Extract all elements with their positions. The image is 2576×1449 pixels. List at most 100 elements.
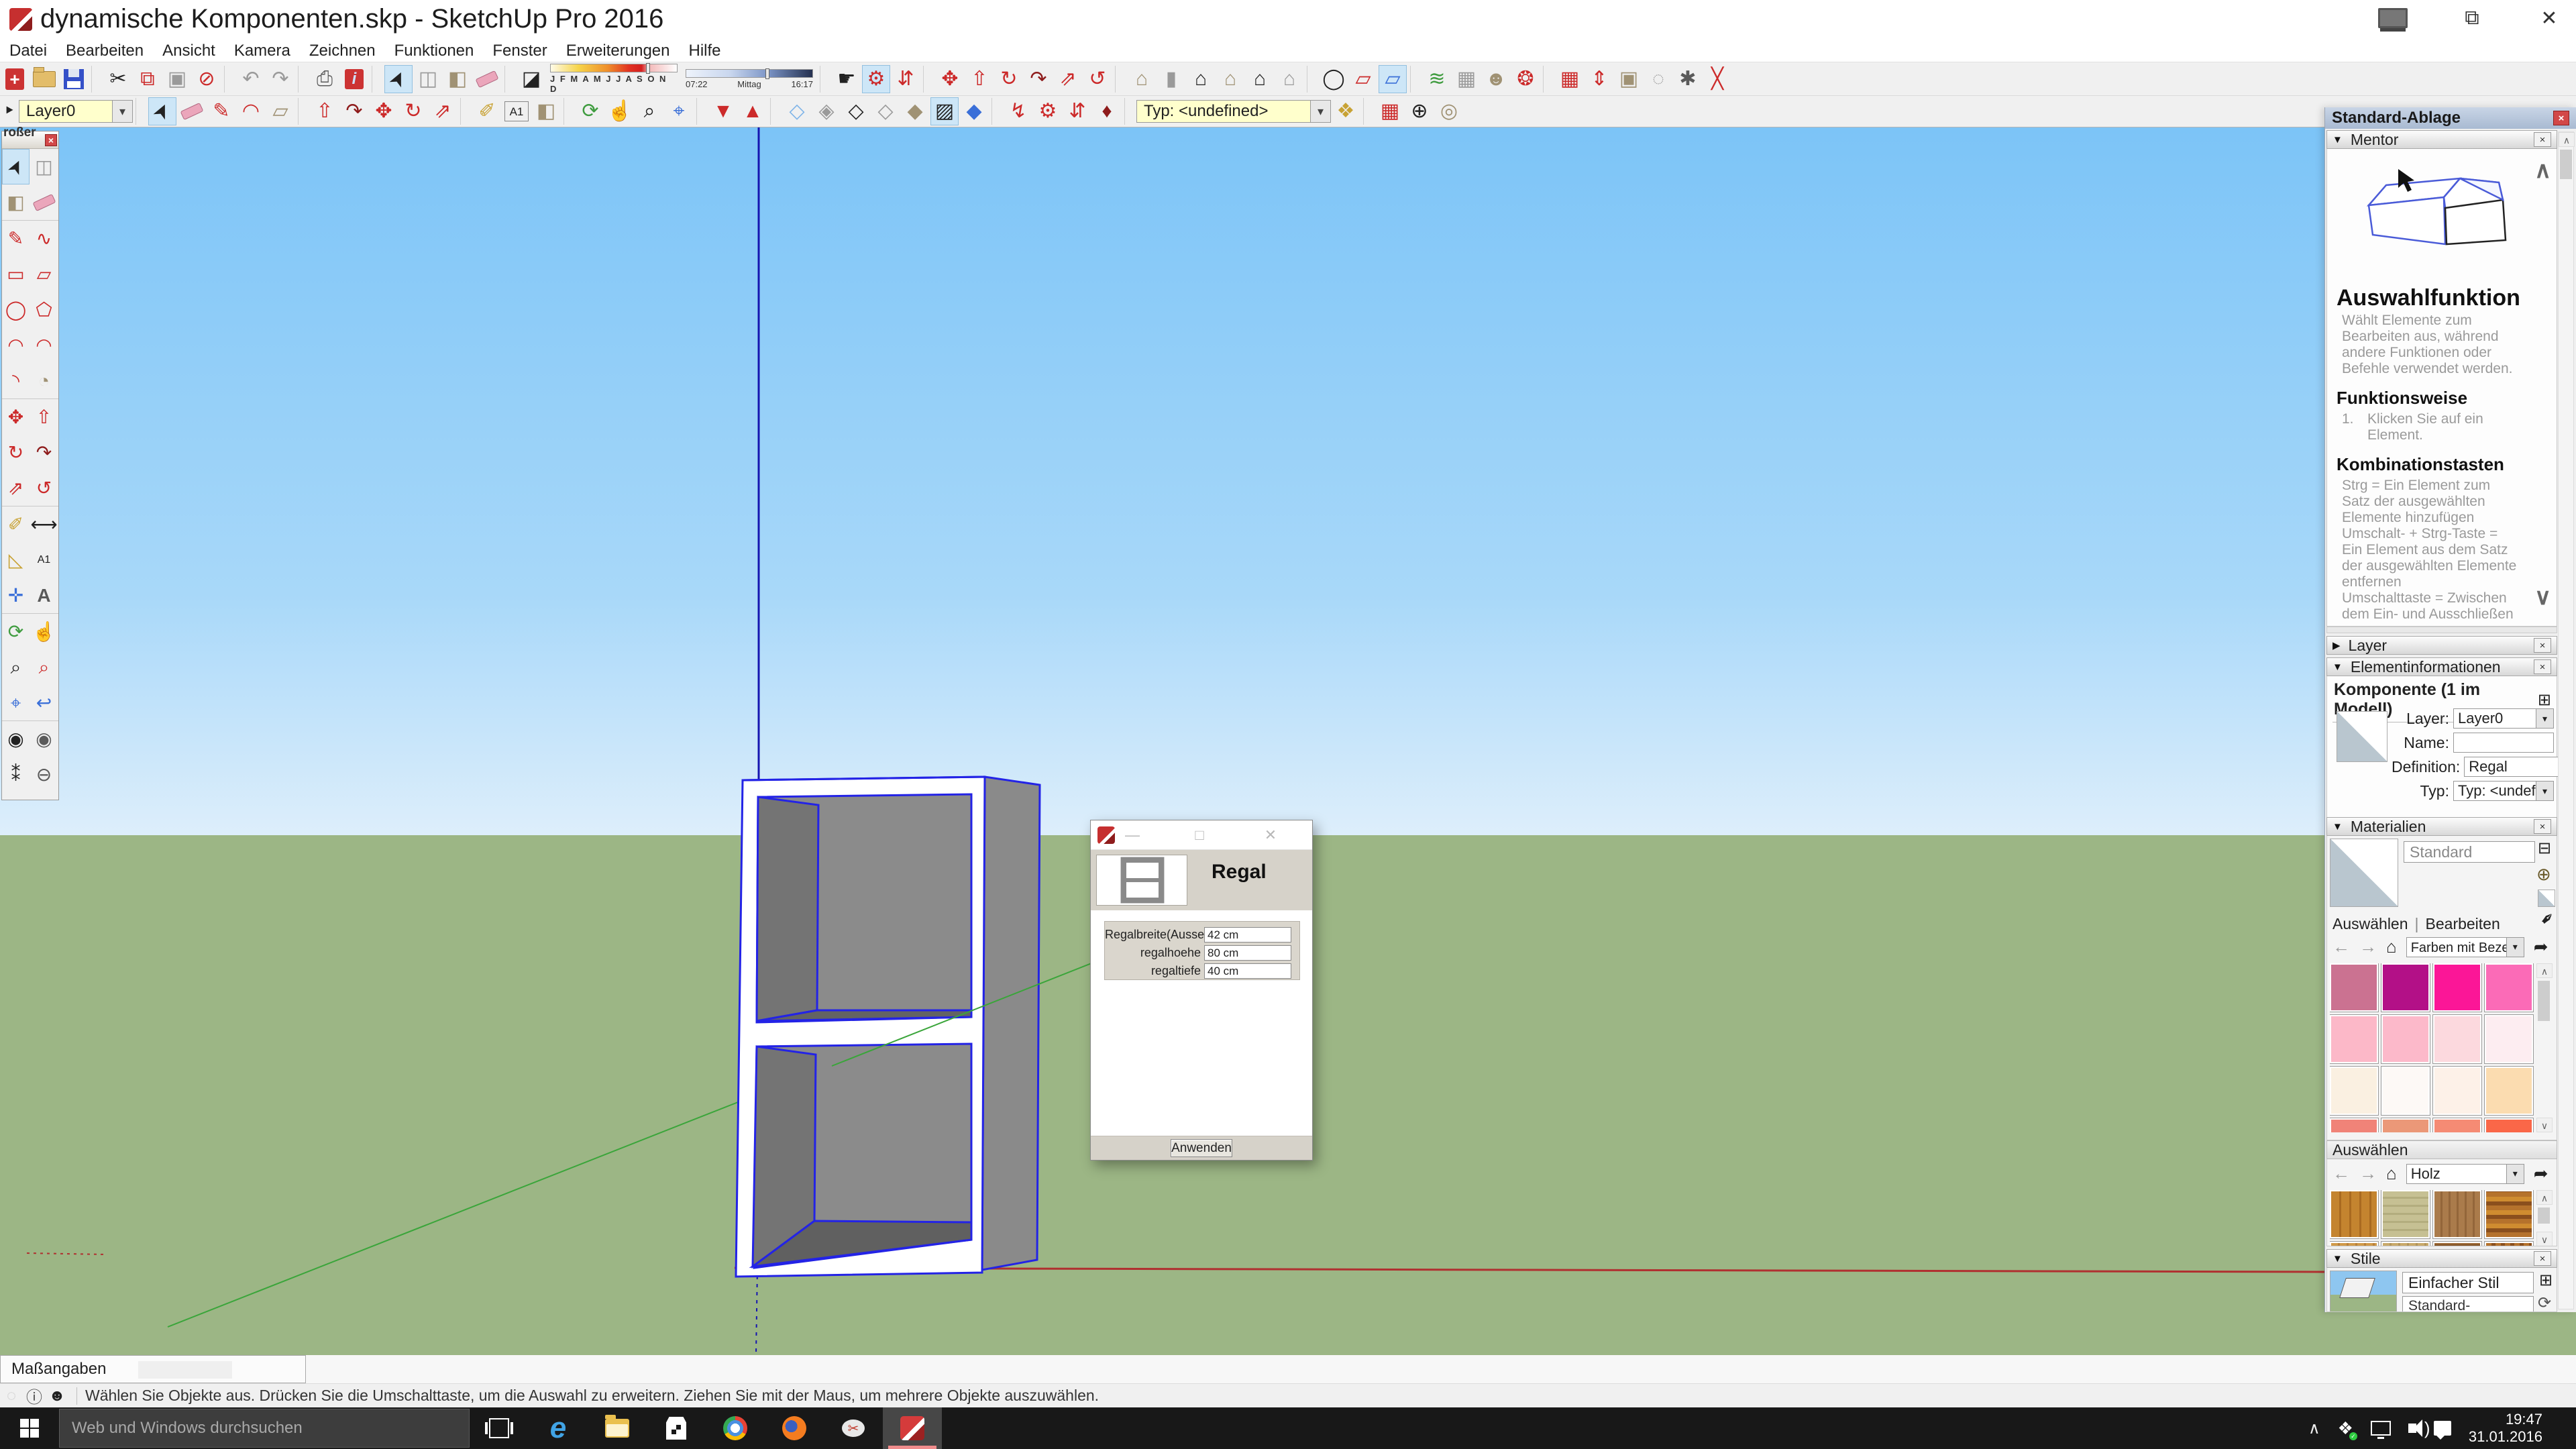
color-swatch[interactable] — [2381, 1118, 2430, 1132]
paste-icon[interactable]: ▣ — [163, 65, 191, 93]
chevron-down-icon[interactable]: ▾ — [1310, 101, 1330, 122]
close-button[interactable]: ✕ — [2526, 7, 2573, 30]
freehand-tool[interactable]: ∿ — [30, 221, 58, 256]
color-swatch[interactable] — [2381, 1067, 2430, 1115]
tray-chevron-icon[interactable]: ∧ — [2308, 1419, 2320, 1438]
geolocation-icon[interactable]: ◌ — [0, 1387, 23, 1405]
scale-icon[interactable]: ⇗ — [1054, 65, 1082, 93]
style-name-box[interactable]: Einfacher Stil — [2402, 1272, 2534, 1293]
terrain-contours-icon[interactable]: ≋ — [1423, 65, 1451, 93]
drape-icon[interactable]: ◌ — [1644, 65, 1672, 93]
zoom-tool[interactable]: ⌕ — [2, 649, 30, 685]
pan-tool[interactable]: ☝ — [30, 614, 58, 649]
color-swatch[interactable] — [2330, 1015, 2378, 1063]
component-attributes-icon[interactable]: ⇵ — [892, 65, 920, 93]
tray-close-icon[interactable]: × — [2553, 111, 2569, 125]
typ-select[interactable]: Typ: <undefi...▾ — [2453, 781, 2554, 801]
color-swatch[interactable] — [2381, 963, 2430, 1012]
wireframe-style-icon[interactable]: ◇ — [842, 97, 870, 125]
restore-button[interactable]: ⧉ — [2449, 7, 2496, 30]
material-name-box[interactable]: Standard — [2404, 841, 2535, 863]
right-view-icon[interactable]: ⌂ — [1275, 65, 1303, 93]
select-icon[interactable]: ➤ — [384, 65, 413, 93]
entity-info-close-icon[interactable]: × — [2534, 659, 2551, 674]
stamp-icon[interactable]: ▣ — [1615, 65, 1643, 93]
details-arrow-icon[interactable]: ➦ — [2534, 1163, 2548, 1184]
shadow-time-slider[interactable]: 07:22 Mittag 16:17 — [686, 69, 813, 89]
undo-icon[interactable]: ↶ — [237, 65, 265, 93]
color-swatch[interactable] — [2381, 1015, 2430, 1063]
dimension-tool[interactable]: ⟷ — [30, 506, 58, 542]
explorer-button[interactable] — [588, 1407, 647, 1449]
collection2-select[interactable]: Holz▾ — [2406, 1164, 2524, 1184]
credits-icon[interactable]: ⓘ — [23, 1384, 46, 1407]
previous-view-tool[interactable]: ↩ — [30, 685, 58, 720]
rectangle-tool-icon[interactable]: ▱ — [266, 97, 294, 125]
rotate-icon[interactable]: ↻ — [995, 65, 1023, 93]
menu-erweiterungen[interactable]: Erweiterungen — [557, 40, 680, 62]
volume-icon[interactable] — [2408, 1424, 2416, 1433]
eraser-tool[interactable] — [30, 184, 58, 220]
network-icon[interactable] — [2371, 1421, 2391, 1436]
start-button[interactable] — [0, 1407, 59, 1449]
forward-icon[interactable]: → — [2359, 1163, 2377, 1184]
regalbreite-input[interactable]: 42 cm — [1204, 927, 1291, 943]
tray-title-bar[interactable]: Standard-Ablage × — [2325, 107, 2576, 129]
sketchup-taskbar-button[interactable] — [883, 1407, 942, 1449]
move-tool[interactable]: ✥ — [2, 399, 30, 435]
view-ellipse-icon[interactable]: ◯ — [1320, 65, 1348, 93]
palette-header[interactable]: roßer ... × — [2, 131, 58, 149]
classifier-globe-icon[interactable]: ⊕ — [1405, 97, 1434, 125]
dialog-maximize-icon[interactable]: □ — [1185, 820, 1214, 850]
rotated-rectangle-tool[interactable]: ▱ — [30, 256, 58, 292]
walk-tool[interactable]: ⁑ — [2, 757, 30, 792]
push-pull-icon[interactable]: ⇧ — [965, 65, 994, 93]
rotate-tool[interactable]: ↻ — [2, 435, 30, 470]
section-display-icon[interactable]: ▱ — [1379, 65, 1407, 93]
display-icon[interactable] — [2378, 5, 2408, 29]
text-tool[interactable]: A1 — [30, 542, 58, 578]
expand-icon[interactable]: ▶ — [2332, 639, 2341, 651]
color-swatch[interactable] — [2485, 1067, 2533, 1115]
3d-text-tool[interactable]: A — [30, 578, 58, 613]
tab-auswaehlen[interactable]: Auswählen — [2332, 915, 2408, 933]
color-swatch[interactable] — [2433, 963, 2481, 1012]
position-camera-tool[interactable]: ◉ — [2, 721, 30, 757]
arc-tool-icon[interactable]: ◠ — [237, 97, 265, 125]
color-swatch[interactable] — [2433, 1067, 2481, 1115]
mentor-hscrollbar[interactable] — [2326, 627, 2557, 633]
home-icon[interactable]: ⌂ — [2386, 936, 2397, 957]
color-swatch[interactable] — [2330, 963, 2378, 1012]
texture-swatch[interactable] — [2330, 1190, 2378, 1238]
layer-header[interactable]: ▶ Layer × — [2326, 636, 2557, 655]
store-button[interactable] — [647, 1407, 706, 1449]
texture-swatch[interactable] — [2381, 1190, 2430, 1238]
materials-header[interactable]: ▼ Materialien × — [2326, 817, 2557, 836]
name-input[interactable] — [2453, 733, 2554, 753]
orbit-icon[interactable]: ⟳ — [576, 97, 604, 125]
top-view-icon[interactable]: ▮ — [1157, 65, 1185, 93]
back-view-icon[interactable]: ⌂ — [1216, 65, 1244, 93]
collapse-icon[interactable]: ▼ — [2332, 1253, 2343, 1265]
menu-fenster[interactable]: Fenster — [483, 40, 556, 62]
redo-icon[interactable]: ↷ — [266, 65, 294, 93]
snipping-tool-button[interactable]: ✂ — [824, 1407, 883, 1449]
layer-select[interactable]: Layer0▾ — [2453, 708, 2554, 729]
action-center-icon[interactable] — [2434, 1421, 2451, 1436]
regalhoehe-input[interactable]: 80 cm — [1204, 945, 1291, 961]
dialog-close-icon[interactable]: ✕ — [1256, 820, 1285, 850]
move-icon[interactable]: ✥ — [936, 65, 964, 93]
color-swatch[interactable] — [2330, 1118, 2378, 1132]
model-info-icon[interactable] — [340, 65, 368, 93]
color-swatch[interactable] — [2330, 1067, 2378, 1115]
tab-bearbeiten[interactable]: Bearbeiten — [2426, 915, 2500, 933]
dialog-minimize-icon[interactable]: — — [1118, 820, 1147, 850]
make-component-tool[interactable]: ◫ — [30, 149, 58, 184]
texture-grid-icon[interactable]: ▦ — [1556, 65, 1584, 93]
eyedropper-icon[interactable]: ✒ — [2535, 906, 2560, 931]
line-tool-icon[interactable]: ✎ — [207, 97, 235, 125]
circle-tool[interactable]: ◯ — [2, 292, 30, 327]
mentor-close-icon[interactable]: × — [2534, 132, 2551, 147]
chrome-button[interactable] — [706, 1407, 765, 1449]
finger-icon[interactable]: ☛ — [833, 65, 861, 93]
